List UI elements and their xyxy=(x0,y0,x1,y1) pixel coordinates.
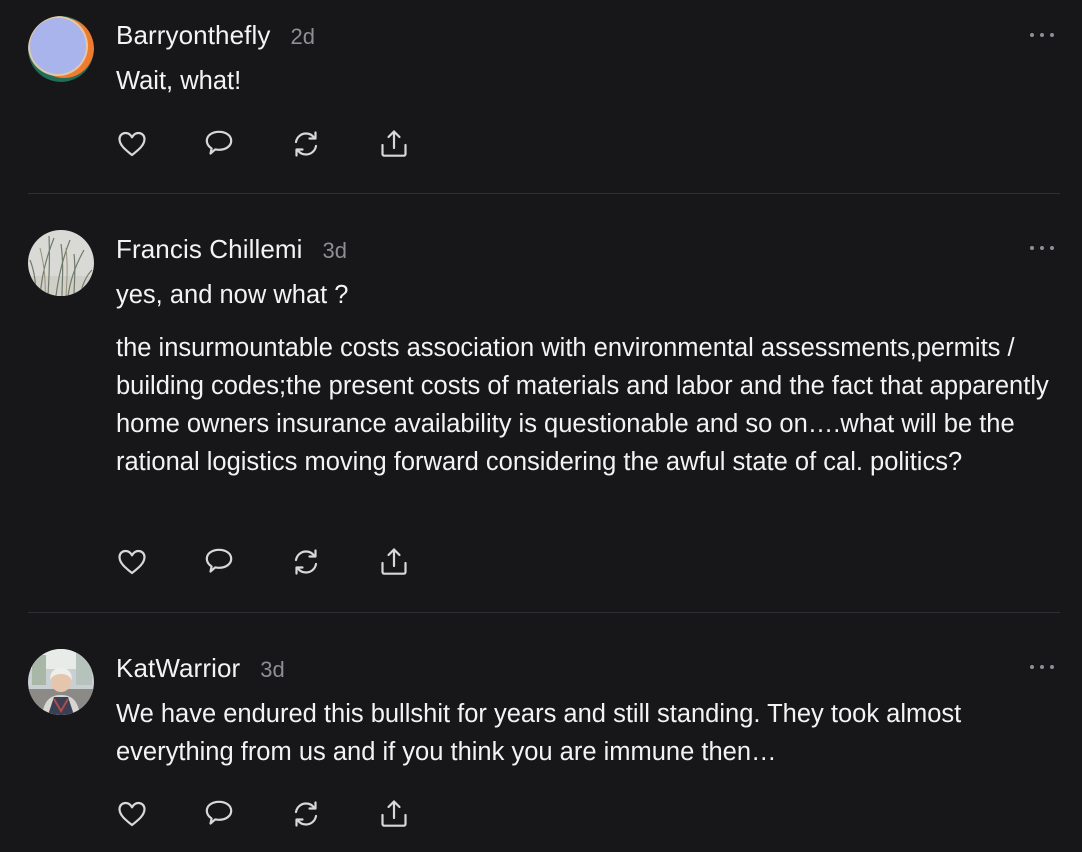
comment-icon xyxy=(205,800,233,825)
like-button[interactable] xyxy=(116,546,148,578)
like-button[interactable] xyxy=(116,798,148,830)
heart-icon xyxy=(118,131,146,157)
grass-photo-avatar-icon xyxy=(28,230,94,296)
more-dot-icon xyxy=(1040,33,1044,37)
timestamp[interactable]: 3d xyxy=(323,238,347,264)
restack-button[interactable] xyxy=(290,798,322,830)
divider xyxy=(28,193,1060,194)
share-icon xyxy=(381,800,407,827)
comment-text: Wait, what! xyxy=(116,67,242,95)
gradient-circle-avatar-icon xyxy=(28,16,94,82)
avatar[interactable] xyxy=(28,649,94,715)
more-options-button[interactable] xyxy=(1030,242,1054,254)
more-dot-icon xyxy=(1040,665,1044,669)
username[interactable]: Francis Chillemi xyxy=(116,234,303,265)
more-options-button[interactable] xyxy=(1030,661,1054,673)
more-dot-icon xyxy=(1050,33,1054,37)
more-dot-icon xyxy=(1050,246,1054,250)
reply-button[interactable] xyxy=(203,128,235,160)
reply-button[interactable] xyxy=(203,798,235,830)
timestamp[interactable]: 2d xyxy=(290,24,314,50)
more-dot-icon xyxy=(1040,246,1044,250)
comment-icon xyxy=(205,130,233,155)
avatar[interactable] xyxy=(28,16,94,82)
restack-button[interactable] xyxy=(290,546,322,578)
restack-button[interactable] xyxy=(290,128,322,160)
more-dot-icon xyxy=(1030,665,1034,669)
timestamp[interactable]: 3d xyxy=(260,657,284,683)
comment-header: Francis Chillemi 3d xyxy=(116,234,347,265)
heart-icon xyxy=(118,549,146,575)
restack-icon xyxy=(294,801,318,827)
comment-icon xyxy=(205,548,233,573)
comment-text: the insurmountable costs association wit… xyxy=(116,334,1049,476)
more-dot-icon xyxy=(1030,33,1034,37)
share-button[interactable] xyxy=(378,546,410,578)
share-icon xyxy=(381,548,407,575)
heart-icon xyxy=(118,801,146,827)
username[interactable]: KatWarrior xyxy=(116,653,240,684)
restack-icon xyxy=(294,549,318,575)
share-icon xyxy=(381,130,407,157)
divider xyxy=(28,612,1060,613)
more-options-button[interactable] xyxy=(1030,29,1054,41)
person-photo-avatar-icon xyxy=(28,649,94,715)
reply-button[interactable] xyxy=(203,546,235,578)
share-button[interactable] xyxy=(378,798,410,830)
comment-text: yes, and now what ? xyxy=(116,281,349,309)
comment-text: We have endured this bullshit for years … xyxy=(116,700,962,766)
comment-header: Barryonthefly 2d xyxy=(116,20,315,51)
like-button[interactable] xyxy=(116,128,148,160)
more-dot-icon xyxy=(1050,665,1054,669)
username[interactable]: Barryonthefly xyxy=(116,20,270,51)
restack-icon xyxy=(294,131,318,157)
avatar[interactable] xyxy=(28,230,94,296)
share-button[interactable] xyxy=(378,128,410,160)
more-dot-icon xyxy=(1030,246,1034,250)
comment-header: KatWarrior 3d xyxy=(116,653,285,684)
